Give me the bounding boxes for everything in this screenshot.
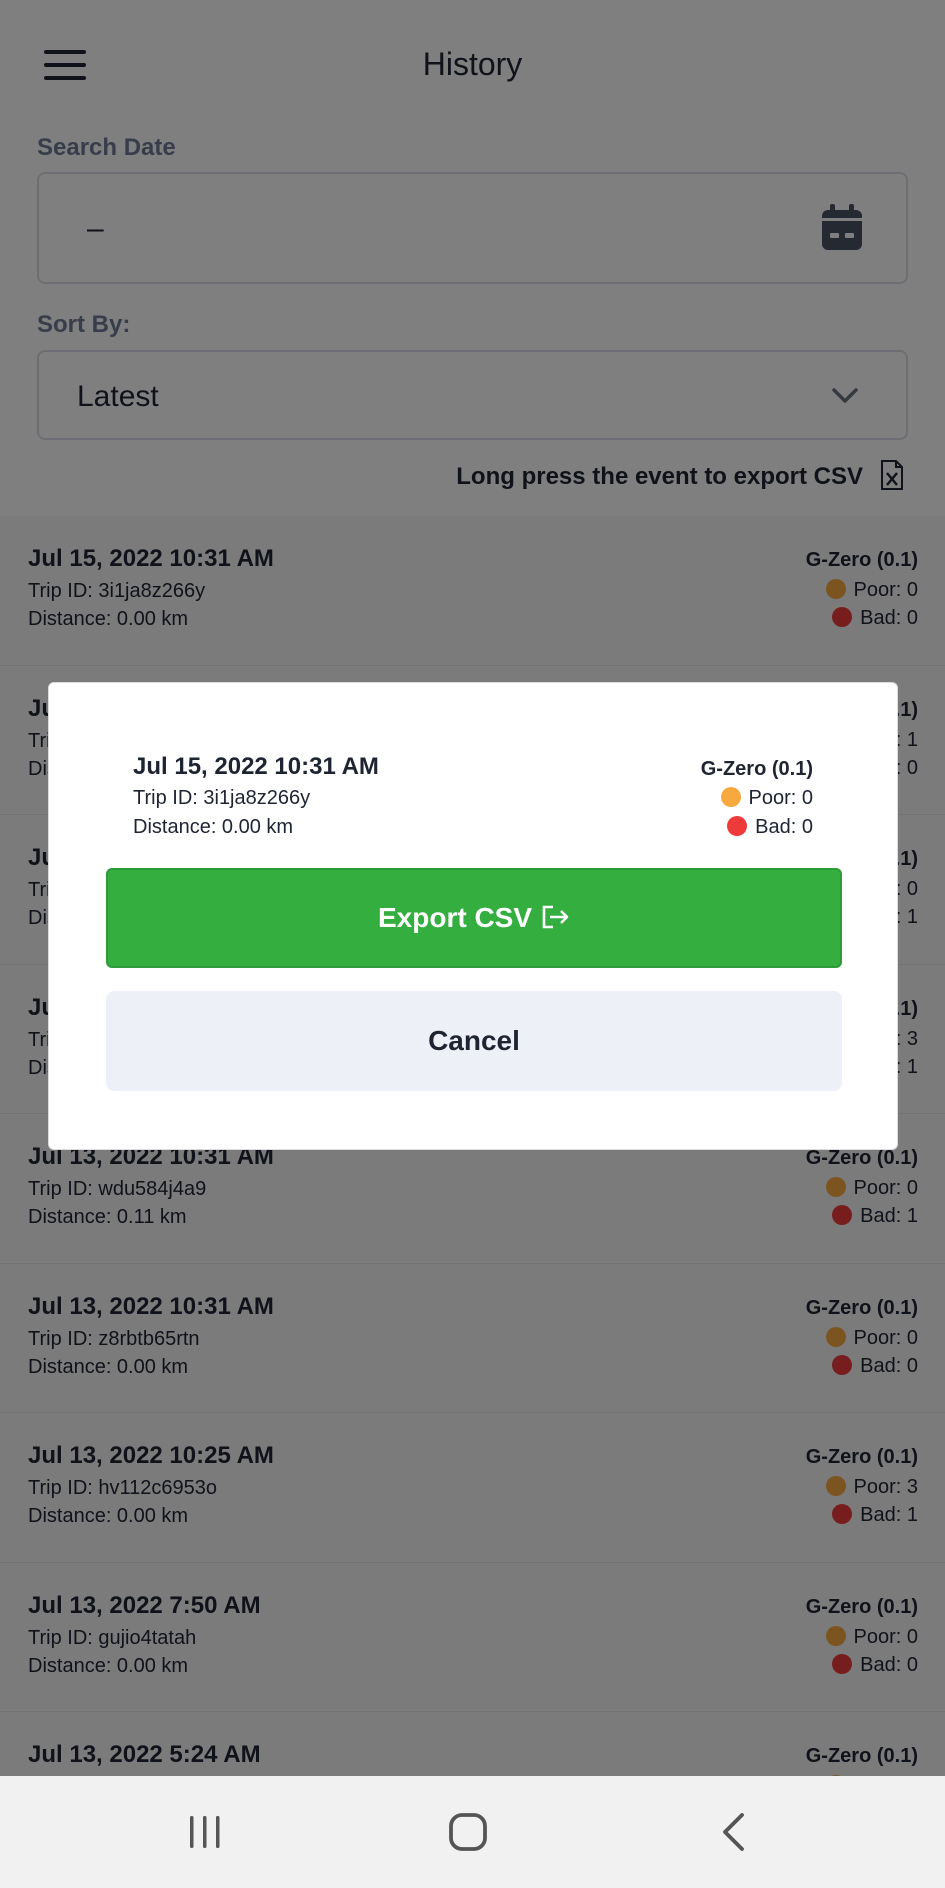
- dialog-bad-count: Bad: 0: [727, 816, 813, 839]
- dialog-trip-datetime: Jul 15, 2022 10:31 AM: [133, 753, 379, 780]
- export-dialog: Jul 15, 2022 10:31 AM Trip ID: 3i1ja8z26…: [48, 682, 898, 1150]
- dialog-poor-text: Poor: 0: [748, 787, 813, 809]
- dialog-poor-count: Poor: 0: [720, 787, 813, 810]
- bad-indicator-icon: [727, 816, 748, 836]
- poor-indicator-icon: [720, 787, 741, 807]
- dialog-trip-distance: Distance: 0.00 km: [133, 816, 294, 838]
- export-icon: [542, 905, 569, 929]
- recents-icon[interactable]: [187, 1814, 223, 1850]
- system-navigation-bar: [0, 1776, 945, 1888]
- dialog-gzero-label: G-Zero (0.1): [700, 758, 813, 780]
- dialog-bad-text: Bad: 0: [755, 816, 813, 838]
- export-csv-label: Export CSV: [377, 902, 533, 933]
- history-screen: History Search Date – Sort By: Latest Lo…: [0, 0, 945, 1888]
- cancel-button[interactable]: Cancel: [106, 991, 842, 1091]
- home-icon[interactable]: [448, 1812, 488, 1852]
- dialog-trip-id: Trip ID: 3i1ja8z266y: [133, 787, 311, 809]
- back-icon[interactable]: [720, 1812, 746, 1852]
- export-csv-button[interactable]: Export CSV: [106, 868, 842, 968]
